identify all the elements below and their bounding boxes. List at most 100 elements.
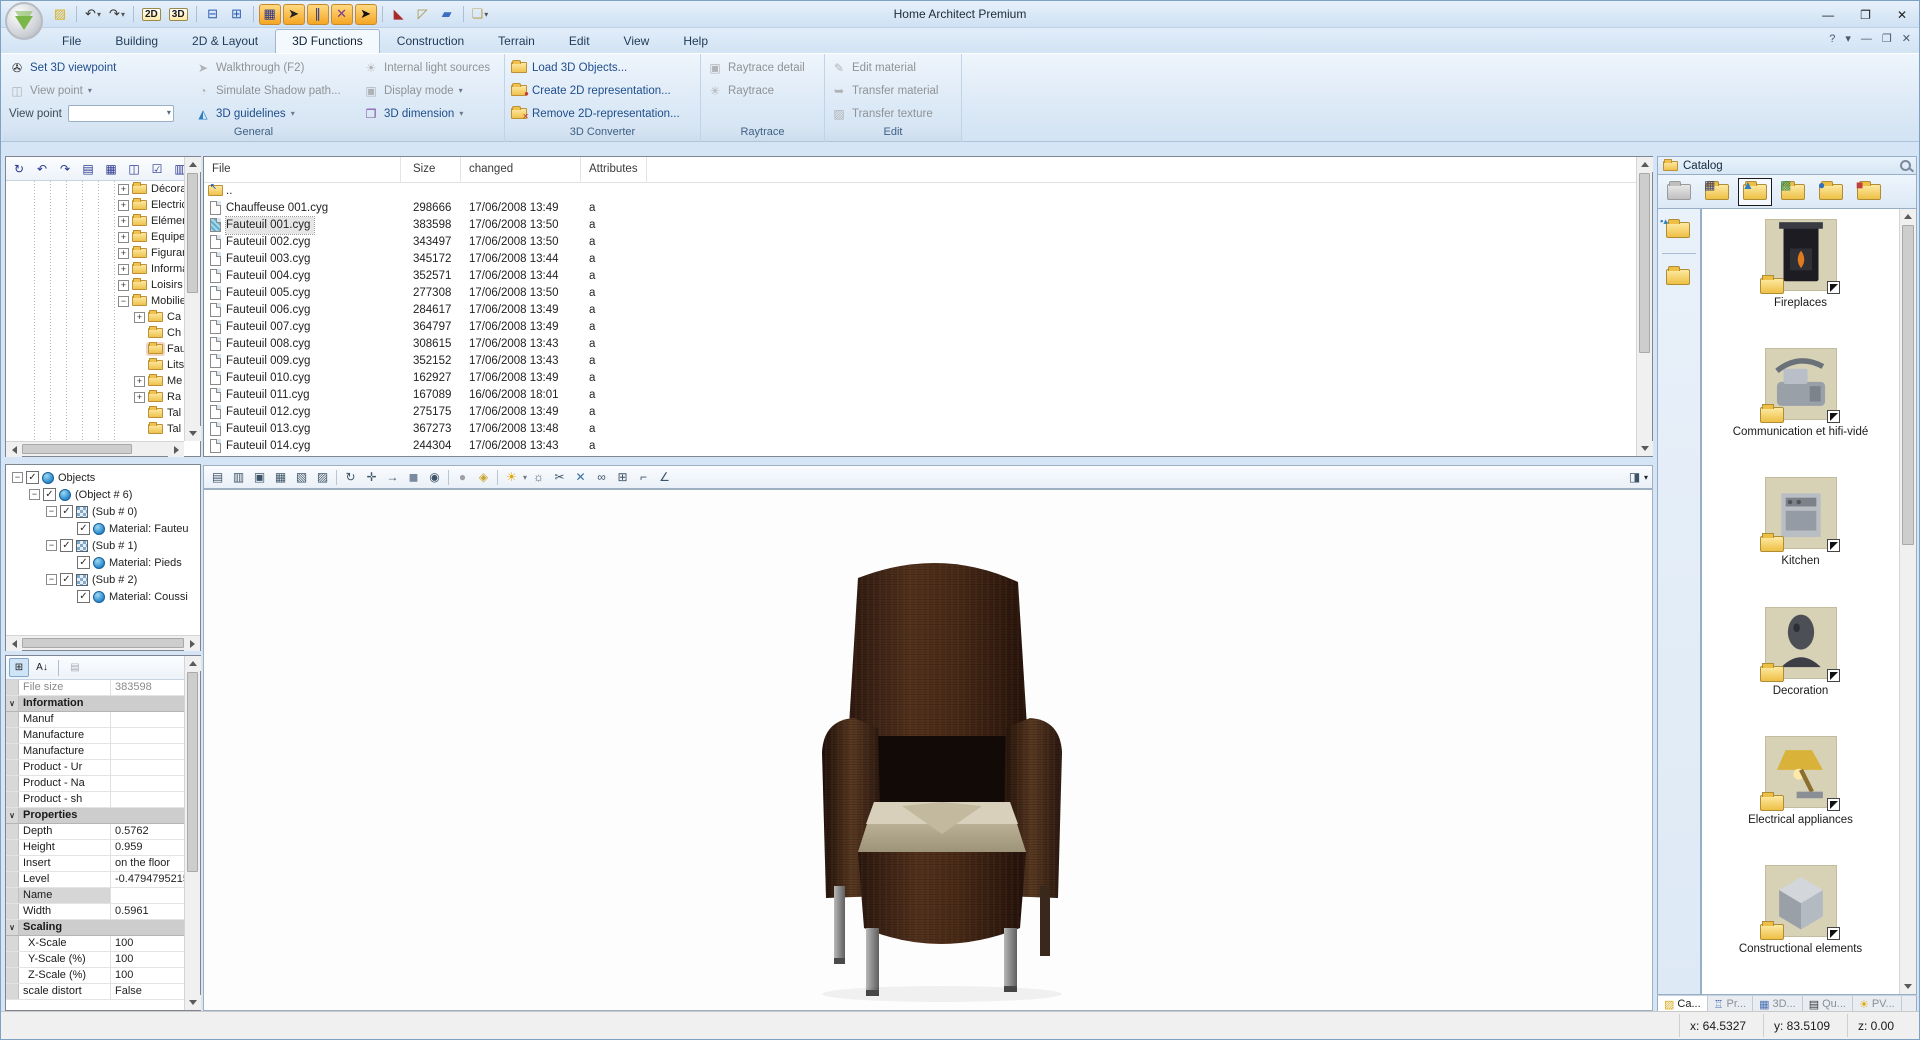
property-row-height[interactable]: Height0.959 — [6, 840, 184, 856]
dimension-icon[interactable]: ⌐ — [634, 468, 653, 487]
section-collapse-icon[interactable]: ∨ — [6, 920, 19, 935]
property-section-scaling[interactable]: ∨Scaling — [6, 920, 184, 936]
help-button[interactable]: ? — [1829, 33, 1835, 45]
render-sphere-icon[interactable]: ● — [453, 468, 472, 487]
tree-expand-toggle[interactable]: + — [118, 280, 129, 291]
thumbnails-view-icon[interactable]: ▦ — [101, 159, 121, 178]
catalog-tab-pv[interactable]: ☀PV... — [1853, 996, 1902, 1012]
cut-icon[interactable]: ✂ — [550, 468, 569, 487]
dropdown-caret-icon[interactable]: ▾ — [1644, 473, 1648, 482]
tree-expand-toggle[interactable]: + — [118, 232, 129, 243]
objects-tree-item-material-fauteu[interactable]: ✓Material: Fauteu — [8, 520, 198, 537]
property-row-y-scale-[interactable]: Y-Scale (%)100 — [6, 952, 184, 968]
file-row[interactable]: Fauteuil 004.cyg35257117/06/2008 13:44a — [204, 268, 1636, 285]
catalog-tab-3d[interactable]: ▦3D... — [1753, 996, 1803, 1012]
objects-tree-item-material-pieds[interactable]: ✓Material: Pieds — [8, 554, 198, 571]
tree-expand-toggle[interactable]: + — [118, 200, 129, 211]
visibility-checkbox[interactable]: ✓ — [60, 539, 73, 552]
file-row[interactable]: Fauteuil 003.cyg34517217/06/2008 13:44a — [204, 251, 1636, 268]
property-value[interactable]: on the floor — [111, 856, 184, 871]
tree-item-tal[interactable]: Tal — [6, 421, 184, 437]
property-row-scale-distort[interactable]: scale distortFalse — [6, 984, 184, 1000]
file-row[interactable]: Fauteuil 010.cyg16292717/06/2008 13:49a — [204, 370, 1636, 387]
catalog-tree-vscrollbar[interactable] — [184, 157, 200, 441]
window-close-button[interactable]: ✕ — [1891, 8, 1913, 22]
alphabetical-sort-icon[interactable]: A↓ — [32, 658, 52, 677]
property-value[interactable] — [111, 776, 184, 791]
tree-item-ra[interactable]: +Ra — [6, 389, 184, 405]
property-value[interactable] — [111, 888, 184, 903]
property-row-x-scale[interactable]: X-Scale100 — [6, 936, 184, 952]
column-header-attributes[interactable]: Attributes — [581, 157, 647, 183]
visibility-checkbox[interactable]: ✓ — [77, 522, 90, 535]
tree-expand-toggle[interactable]: − — [46, 574, 57, 585]
tree-item-ch[interactable]: Ch — [6, 325, 184, 341]
measure-icon[interactable]: ∠ — [655, 468, 674, 487]
property-row-depth[interactable]: Depth0.5762 — [6, 824, 184, 840]
file-row[interactable]: Fauteuil 008.cyg30861517/06/2008 13:43a — [204, 336, 1636, 353]
dropdown-caret-icon[interactable]: ▾ — [459, 109, 463, 118]
ribbon-item-create-2d-representation-[interactable]: ●Create 2D representation... — [505, 80, 699, 101]
details-view-icon[interactable]: ▤ — [78, 159, 98, 178]
folder-search-icon[interactable]: ■ — [1852, 178, 1886, 206]
menu-tab-help[interactable]: Help — [666, 29, 725, 53]
tree-expand-toggle[interactable]: − — [29, 489, 40, 500]
ribbon-item-3d-dimension[interactable]: ❒3D dimension▾ — [357, 103, 499, 124]
catalog-tab-qu[interactable]: ▤Qu... — [1803, 996, 1853, 1012]
property-section-properties[interactable]: ∨Properties — [6, 808, 184, 824]
display-realistic-icon[interactable]: ▨ — [313, 468, 332, 487]
catalog-vscrollbar[interactable] — [1899, 209, 1916, 994]
objects-tree-item--sub-2-[interactable]: −✓(Sub # 2) — [8, 571, 198, 588]
tree-item-d-cora[interactable]: +Décora — [6, 181, 184, 197]
catalog-item-kitchen[interactable]: Kitchen — [1702, 477, 1899, 606]
help-caret-icon[interactable]: ▾ — [1845, 32, 1851, 45]
menu-tab-3d-functions[interactable]: 3D Functions — [275, 29, 380, 53]
property-row-manufacture[interactable]: Manufacture — [6, 728, 184, 744]
refresh-icon[interactable]: ↻ — [9, 159, 29, 178]
catalog-tab-ca[interactable]: ▨Ca... — [1658, 996, 1708, 1012]
tree-expand-toggle[interactable]: + — [134, 312, 145, 323]
property-value[interactable] — [111, 792, 184, 807]
window-minimize-button[interactable]: — — [1816, 8, 1840, 22]
file-row[interactable]: Fauteuil 011.cyg16708916/06/2008 18:01a — [204, 387, 1636, 404]
magnifier-icon[interactable] — [1900, 160, 1911, 171]
tree-item-el-men[interactable]: +Elémen — [6, 213, 184, 229]
split-view-icon[interactable]: ◫ — [124, 159, 144, 178]
tree-expand-toggle[interactable]: + — [118, 216, 129, 227]
menu-tab-2d-layout[interactable]: 2D & Layout — [175, 29, 275, 53]
3d-chair-model[interactable] — [782, 556, 1102, 1006]
property-value[interactable] — [111, 712, 184, 727]
tree-item-lits[interactable]: Lits — [6, 357, 184, 373]
file-row[interactable]: Fauteuil 001.cyg38359817/06/2008 13:50a — [204, 217, 1636, 234]
child-minimize-button[interactable]: — — [1861, 33, 1872, 45]
tree-expand-toggle[interactable]: + — [118, 248, 129, 259]
display-hiddenline-icon[interactable]: ▥ — [229, 468, 248, 487]
property-value[interactable]: 0.5762 — [111, 824, 184, 839]
child-restore-button[interactable]: ❐ — [1882, 32, 1892, 45]
dropdown-caret-icon[interactable]: ▾ — [291, 109, 295, 118]
file-row[interactable]: Fauteuil 007.cyg36479717/06/2008 13:49a — [204, 319, 1636, 336]
light-icon[interactable]: ☀ — [502, 468, 521, 487]
child-close-button[interactable]: ✕ — [1902, 32, 1911, 45]
menu-tab-view[interactable]: View — [607, 29, 667, 53]
visibility-checkbox[interactable]: ✓ — [43, 488, 56, 501]
viewpoint-combobox[interactable] — [68, 105, 174, 122]
panel-toggle-icon[interactable]: ◨ — [1625, 468, 1644, 487]
filter-icon[interactable]: ☑ — [147, 159, 167, 178]
tree-expand-toggle[interactable]: + — [118, 184, 129, 195]
ribbon-item-remove-2d-representation-[interactable]: ✕Remove 2D-representation... — [505, 103, 699, 124]
dropdown-caret-icon[interactable]: ▾ — [88, 86, 92, 95]
ribbon-item-load-3d-objects-[interactable]: Load 3D Objects... — [505, 57, 699, 78]
property-row-z-scale-[interactable]: Z-Scale (%)100 — [6, 968, 184, 984]
column-header-changed[interactable]: changed — [461, 157, 581, 183]
lamp-icon[interactable]: ☼ — [529, 468, 548, 487]
tree-expand-toggle[interactable]: − — [46, 506, 57, 517]
section-collapse-icon[interactable]: ∨ — [6, 808, 19, 823]
stereo-icon[interactable]: ∞ — [592, 468, 611, 487]
tree-expand-toggle[interactable]: + — [134, 392, 145, 403]
property-row-insert[interactable]: Inserton the floor — [6, 856, 184, 872]
display-textured-icon[interactable]: ▦ — [271, 468, 290, 487]
app-logo-icon[interactable] — [5, 2, 43, 40]
tree-item-figuran[interactable]: +Figuran — [6, 245, 184, 261]
display-wireframe-icon[interactable]: ▤ — [208, 468, 227, 487]
